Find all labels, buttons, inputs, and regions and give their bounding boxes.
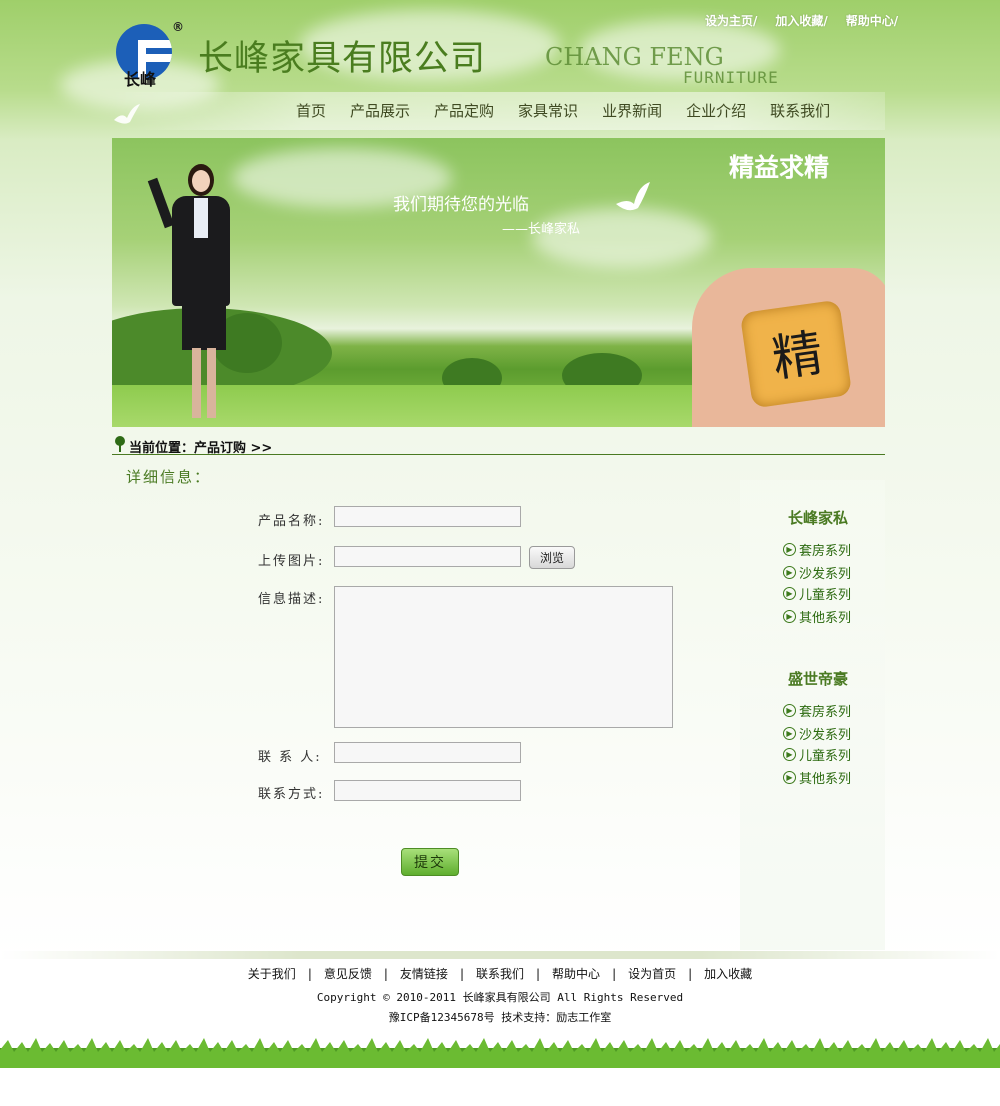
footer-separator: | — [383, 967, 388, 981]
hero-banner: 我们期待您的光临 ——长峰家私 精益求精 精 — [112, 138, 885, 427]
sidebar-group-title: 盛世帝豪 — [788, 670, 849, 688]
sidebar-item-children[interactable]: ▶ 儿童系列 — [783, 584, 851, 603]
browse-button[interactable]: 浏览 — [529, 546, 575, 569]
sidebar-item-label: 儿童系列 — [799, 749, 852, 764]
help-center-link[interactable]: 帮助中心/ — [846, 12, 898, 29]
breadcrumb-text: 当前位置：产品订购 >> — [129, 441, 273, 456]
sidebar-item-label: 其他系列 — [799, 611, 852, 626]
product-name-input[interactable] — [334, 506, 521, 527]
sidebar-item-children[interactable]: ▶ 儿童系列 — [783, 745, 851, 764]
dove-icon — [616, 182, 650, 211]
footer-link-friends[interactable]: 友情链接 — [400, 967, 448, 981]
arrow-right-icon: ▶ — [783, 566, 796, 579]
nav-item-home[interactable]: 首页 — [296, 100, 326, 121]
nav-item-order[interactable]: 产品定购 — [434, 100, 494, 121]
contact-method-label: 联系方式: — [258, 787, 325, 802]
footer-divider — [0, 951, 1000, 959]
footer-link-homepage[interactable]: 设为首页 — [628, 967, 676, 981]
description-label: 信息描述: — [258, 592, 325, 607]
contact-method-input[interactable] — [334, 780, 521, 801]
sidebar-item-label: 套房系列 — [799, 544, 852, 559]
nav-item-products[interactable]: 产品展示 — [350, 100, 410, 121]
sidebar-item-label: 套房系列 — [799, 705, 852, 720]
arrow-right-icon: ▶ — [783, 727, 796, 740]
footer-separator: | — [459, 967, 464, 981]
company-name: 长峰家具有限公司 — [198, 39, 487, 79]
arrow-right-icon: ▶ — [783, 610, 796, 623]
banner-slogan: 精益求精 — [729, 153, 830, 182]
sidebar-item-suite[interactable]: ▶ 套房系列 — [783, 540, 851, 559]
footer-separator: | — [688, 967, 693, 981]
sidebar-item-label: 沙发系列 — [799, 728, 852, 743]
sidebar-item-sofa[interactable]: ▶ 沙发系列 — [783, 724, 851, 743]
breadcrumb: 当前位置：产品订购 >> — [112, 436, 885, 456]
add-favorite-link[interactable]: 加入收藏/ — [775, 12, 827, 29]
upload-image-path-input[interactable] — [334, 546, 521, 567]
sidebar-item-label: 沙发系列 — [799, 567, 852, 582]
main-nav: 首页 产品展示 产品定购 家具常识 业界新闻 企业介绍 联系我们 — [296, 100, 830, 121]
grass-border — [0, 1038, 1000, 1068]
logo-text: 长峰 — [124, 70, 157, 89]
registered-mark: ® — [172, 20, 184, 34]
brand-english-subtitle: FURNITURE — [683, 68, 779, 87]
arrow-right-icon: ▶ — [783, 771, 796, 784]
nav-item-about[interactable]: 企业介绍 — [686, 100, 746, 121]
footer-link-about[interactable]: 关于我们 — [248, 967, 296, 981]
brand-english-name: CHANG FENG — [545, 43, 724, 71]
contact-person-input[interactable] — [334, 742, 521, 763]
section-title: 详细信息： — [126, 468, 212, 486]
arrow-right-icon: ▶ — [783, 748, 796, 761]
top-links: 设为主页/ 加入收藏/ 帮助中心/ — [705, 12, 898, 29]
product-name-label: 产品名称: — [258, 514, 325, 529]
banner-welcome-text: 我们期待您的光临 — [393, 195, 529, 215]
arrow-right-icon: ▶ — [783, 587, 796, 600]
footer-links: 关于我们 | 意见反馈 | 友情链接 | 联系我们 | 帮助中心 | 设为首页 | 加入收藏 — [0, 965, 1000, 982]
footer-link-feedback[interactable]: 意见反馈 — [324, 967, 372, 981]
arrow-right-icon: ▶ — [783, 543, 796, 556]
sidebar-item-suite[interactable]: ▶ 套房系列 — [783, 701, 851, 720]
upload-image-label: 上传图片: — [258, 554, 325, 569]
footer-link-help[interactable]: 帮助中心 — [552, 967, 600, 981]
location-pin-icon — [115, 436, 125, 452]
icp-license-text: 豫ICP备12345678号 技术支持：励志工作室 — [388, 1011, 612, 1024]
set-homepage-link[interactable]: 设为主页/ — [705, 12, 757, 29]
sidebar-group-title: 长峰家私 — [788, 509, 849, 527]
footer-separator: | — [612, 967, 617, 981]
nav-item-contact[interactable]: 联系我们 — [770, 100, 830, 121]
nav-item-news[interactable]: 业界新闻 — [602, 100, 662, 121]
footer-separator: | — [307, 967, 312, 981]
sidebar-item-other[interactable]: ▶ 其他系列 — [783, 768, 851, 787]
sidebar-item-sofa[interactable]: ▶ 沙发系列 — [783, 563, 851, 582]
company-logo[interactable]: ® 长峰 — [112, 20, 190, 96]
nav-item-knowledge[interactable]: 家具常识 — [518, 100, 578, 121]
footer-separator: | — [536, 967, 541, 981]
sidebar-item-label: 儿童系列 — [799, 588, 852, 603]
cube-character: 精 — [768, 323, 827, 389]
submit-button[interactable]: 提交 — [401, 848, 459, 876]
arrow-right-icon: ▶ — [783, 704, 796, 717]
sidebar-item-other[interactable]: ▶ 其他系列 — [783, 607, 851, 626]
copyright-text: Copyright © 2010-2011 长峰家具有限公司 All Right… — [316, 991, 684, 1004]
footer-link-favorite[interactable]: 加入收藏 — [704, 967, 752, 981]
description-textarea[interactable] — [334, 586, 673, 728]
bird-icon — [114, 104, 140, 124]
contact-person-label: 联 系 人: — [258, 750, 322, 765]
footer-link-contact[interactable]: 联系我们 — [476, 967, 524, 981]
sidebar-item-label: 其他系列 — [799, 772, 852, 787]
banner-signature: ——长峰家私 — [502, 222, 581, 237]
